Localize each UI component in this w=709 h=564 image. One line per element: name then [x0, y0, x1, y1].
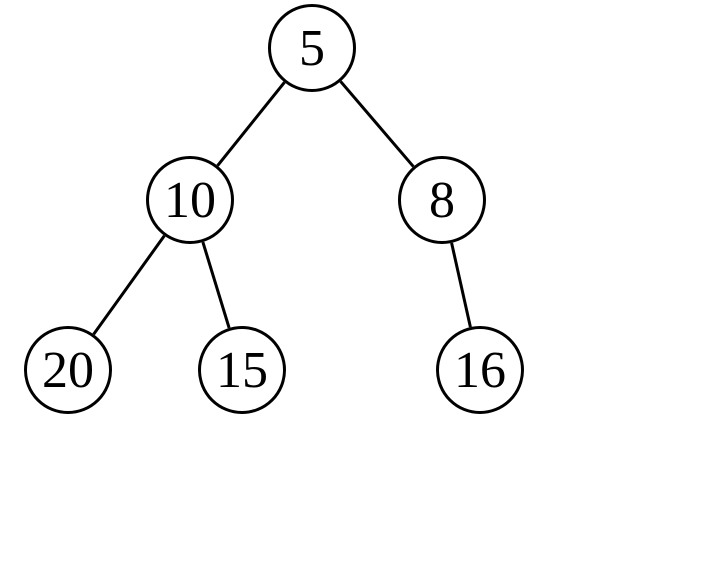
- tree-node-n20: 20: [24, 326, 112, 414]
- tree-node-root: 5: [268, 4, 356, 92]
- node-value: 8: [429, 171, 455, 230]
- node-value: 10: [164, 171, 216, 230]
- tree-node-n16: 16: [436, 326, 524, 414]
- tree-edges: [0, 0, 709, 564]
- tree-node-n10: 10: [146, 156, 234, 244]
- edge-root-n8: [341, 81, 414, 166]
- node-value: 16: [454, 341, 506, 400]
- edge-root-n10: [218, 82, 285, 165]
- tree-node-n15: 15: [198, 326, 286, 414]
- edge-n10-n15: [203, 242, 229, 328]
- node-value: 5: [299, 19, 325, 78]
- edge-n10-n20: [94, 236, 165, 335]
- edge-n8-n16: [452, 243, 471, 327]
- node-value: 15: [216, 341, 268, 400]
- tree-node-n8: 8: [398, 156, 486, 244]
- node-value: 20: [42, 341, 94, 400]
